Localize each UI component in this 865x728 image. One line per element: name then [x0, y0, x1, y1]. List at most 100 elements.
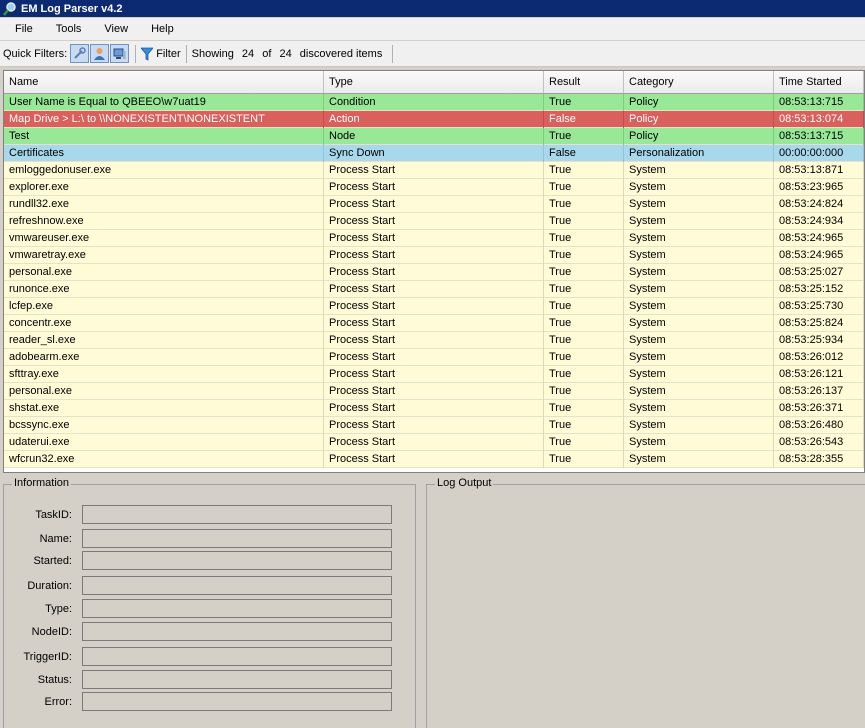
cell-time-started: 08:53:26:371: [774, 400, 864, 417]
column-header-result[interactable]: Result: [544, 71, 624, 93]
wrench-icon: [74, 47, 86, 59]
cell-category: System: [624, 298, 774, 315]
info-field[interactable]: [82, 670, 392, 689]
table-row[interactable]: concentr.exe Process Start True System 08:53…: [4, 315, 864, 332]
cell-type: Action: [324, 111, 544, 128]
window-title: EM Log Parser v4.2: [21, 2, 123, 15]
cell-time-started: 08:53:25:730: [774, 298, 864, 315]
info-field[interactable]: [82, 529, 392, 548]
table-row[interactable]: personal.exe Process Start True System 08:53…: [4, 264, 864, 281]
cell-type: Process Start: [324, 264, 544, 281]
column-header-name[interactable]: Name: [4, 71, 324, 93]
cell-type: Process Start: [324, 230, 544, 247]
menu-view[interactable]: View: [95, 23, 137, 35]
cell-time-started: 08:53:28:355: [774, 451, 864, 468]
table-row[interactable]: udaterui.exe Process Start True System 08:53…: [4, 434, 864, 451]
cell-result: True: [544, 281, 624, 298]
info-label: TaskID:: [35, 509, 72, 521]
cell-type: Process Start: [324, 349, 544, 366]
info-field[interactable]: [82, 599, 392, 618]
cell-category: System: [624, 230, 774, 247]
cell-type: Node: [324, 128, 544, 145]
table-row[interactable]: User Name is Equal to QBEEO\w7uat19 Condi…: [4, 94, 864, 111]
cell-type: Process Start: [324, 417, 544, 434]
info-row: TaskID:: [4, 505, 417, 525]
table-row[interactable]: refreshnow.exe Process Start True System 08:…: [4, 213, 864, 230]
info-field[interactable]: [82, 622, 392, 641]
table-row[interactable]: explorer.exe Process Start True System 08:53…: [4, 179, 864, 196]
info-field[interactable]: [82, 692, 392, 711]
of-label: of: [262, 47, 272, 60]
table-row[interactable]: vmwaretray.exe Process Start True System 08:…: [4, 247, 864, 264]
cell-category: System: [624, 281, 774, 298]
table-row[interactable]: wfcrun32.exe Process Start True System 08:53…: [4, 451, 864, 468]
cell-category: System: [624, 417, 774, 434]
quick-filter-tools-button[interactable]: [70, 44, 90, 63]
cell-name: concentr.exe: [4, 315, 324, 332]
column-header-category[interactable]: Category: [624, 71, 774, 93]
filter-label: Filter: [156, 47, 181, 60]
cell-result: True: [544, 196, 624, 213]
info-field[interactable]: [82, 576, 392, 595]
column-header-type[interactable]: Type: [324, 71, 544, 93]
cell-result: True: [544, 162, 624, 179]
cell-type: Process Start: [324, 179, 544, 196]
cell-result: True: [544, 94, 624, 111]
table-row[interactable]: runonce.exe Process Start True System 08:53:…: [4, 281, 864, 298]
table-row[interactable]: emloggedonuser.exe Process Start True Syste…: [4, 162, 864, 179]
info-label: Error:: [44, 696, 73, 708]
table-row[interactable]: bcssync.exe Process Start True System 08:53:…: [4, 417, 864, 434]
info-label: Type:: [45, 603, 72, 615]
cell-category: System: [624, 264, 774, 281]
menu-help[interactable]: Help: [142, 23, 183, 35]
cell-type: Process Start: [324, 298, 544, 315]
info-label: Status:: [37, 674, 72, 686]
cell-name: personal.exe: [4, 383, 324, 400]
cell-time-started: 08:53:26:137: [774, 383, 864, 400]
table-row[interactable]: lcfep.exe Process Start True System 08:53:25…: [4, 298, 864, 315]
information-panel: Information TaskID: Name: Started: Duration…: [3, 477, 417, 728]
cell-result: True: [544, 213, 624, 230]
filter-button[interactable]: Filter: [141, 47, 181, 61]
info-field[interactable]: [82, 551, 392, 570]
table-row[interactable]: rundll32.exe Process Start True System 08:53…: [4, 196, 864, 213]
log-items-table[interactable]: Name Type Result Category Time Started U…: [3, 70, 865, 473]
table-row[interactable]: reader_sl.exe Process Start True System 08:5…: [4, 332, 864, 349]
table-row[interactable]: Certificates Sync Down False Personalizatio…: [4, 145, 864, 162]
quick-filter-user-button[interactable]: [90, 44, 110, 63]
info-label: NodeID:: [31, 626, 72, 638]
info-field[interactable]: [82, 647, 392, 666]
table-row[interactable]: sfttray.exe Process Start True System 08:53:…: [4, 366, 864, 383]
cell-result: True: [544, 179, 624, 196]
cell-time-started: 08:53:26:543: [774, 434, 864, 451]
info-row: Error:: [4, 692, 417, 712]
column-header-time-started[interactable]: Time Started: [774, 71, 864, 93]
funnel-icon: [141, 47, 154, 61]
menu-bar: File Tools View Help: [0, 18, 865, 40]
table-row[interactable]: vmwareuser.exe Process Start True System 08:…: [4, 230, 864, 247]
quick-filter-computer-button[interactable]: [110, 44, 130, 63]
table-row[interactable]: adobearm.exe Process Start True System 08:53…: [4, 349, 864, 366]
cell-category: System: [624, 383, 774, 400]
cell-category: System: [624, 315, 774, 332]
cell-result: True: [544, 128, 624, 145]
table-row[interactable]: Map Drive > L:\ to \\NONEXISTENT\NONEXIS…: [4, 111, 864, 128]
cell-name: refreshnow.exe: [4, 213, 324, 230]
cell-name: adobearm.exe: [4, 349, 324, 366]
info-row: Status:: [4, 670, 417, 690]
table-row[interactable]: personal.exe Process Start True System 08:53…: [4, 383, 864, 400]
cell-category: Policy: [624, 128, 774, 145]
menu-file[interactable]: File: [6, 23, 42, 35]
cell-category: System: [624, 247, 774, 264]
panel-splitter[interactable]: [419, 476, 423, 728]
showing-label: Showing: [191, 47, 234, 60]
menu-tools[interactable]: Tools: [47, 23, 91, 35]
table-row[interactable]: shstat.exe Process Start True System 08:53:2…: [4, 400, 864, 417]
table-row[interactable]: Test Node True Policy 08:53:13:715: [4, 128, 864, 145]
cell-time-started: 08:53:26:480: [774, 417, 864, 434]
cell-category: System: [624, 332, 774, 349]
info-field[interactable]: [82, 505, 392, 524]
cell-result: True: [544, 434, 624, 451]
info-row: TriggerID:: [4, 647, 417, 667]
cell-name: Certificates: [4, 145, 324, 162]
